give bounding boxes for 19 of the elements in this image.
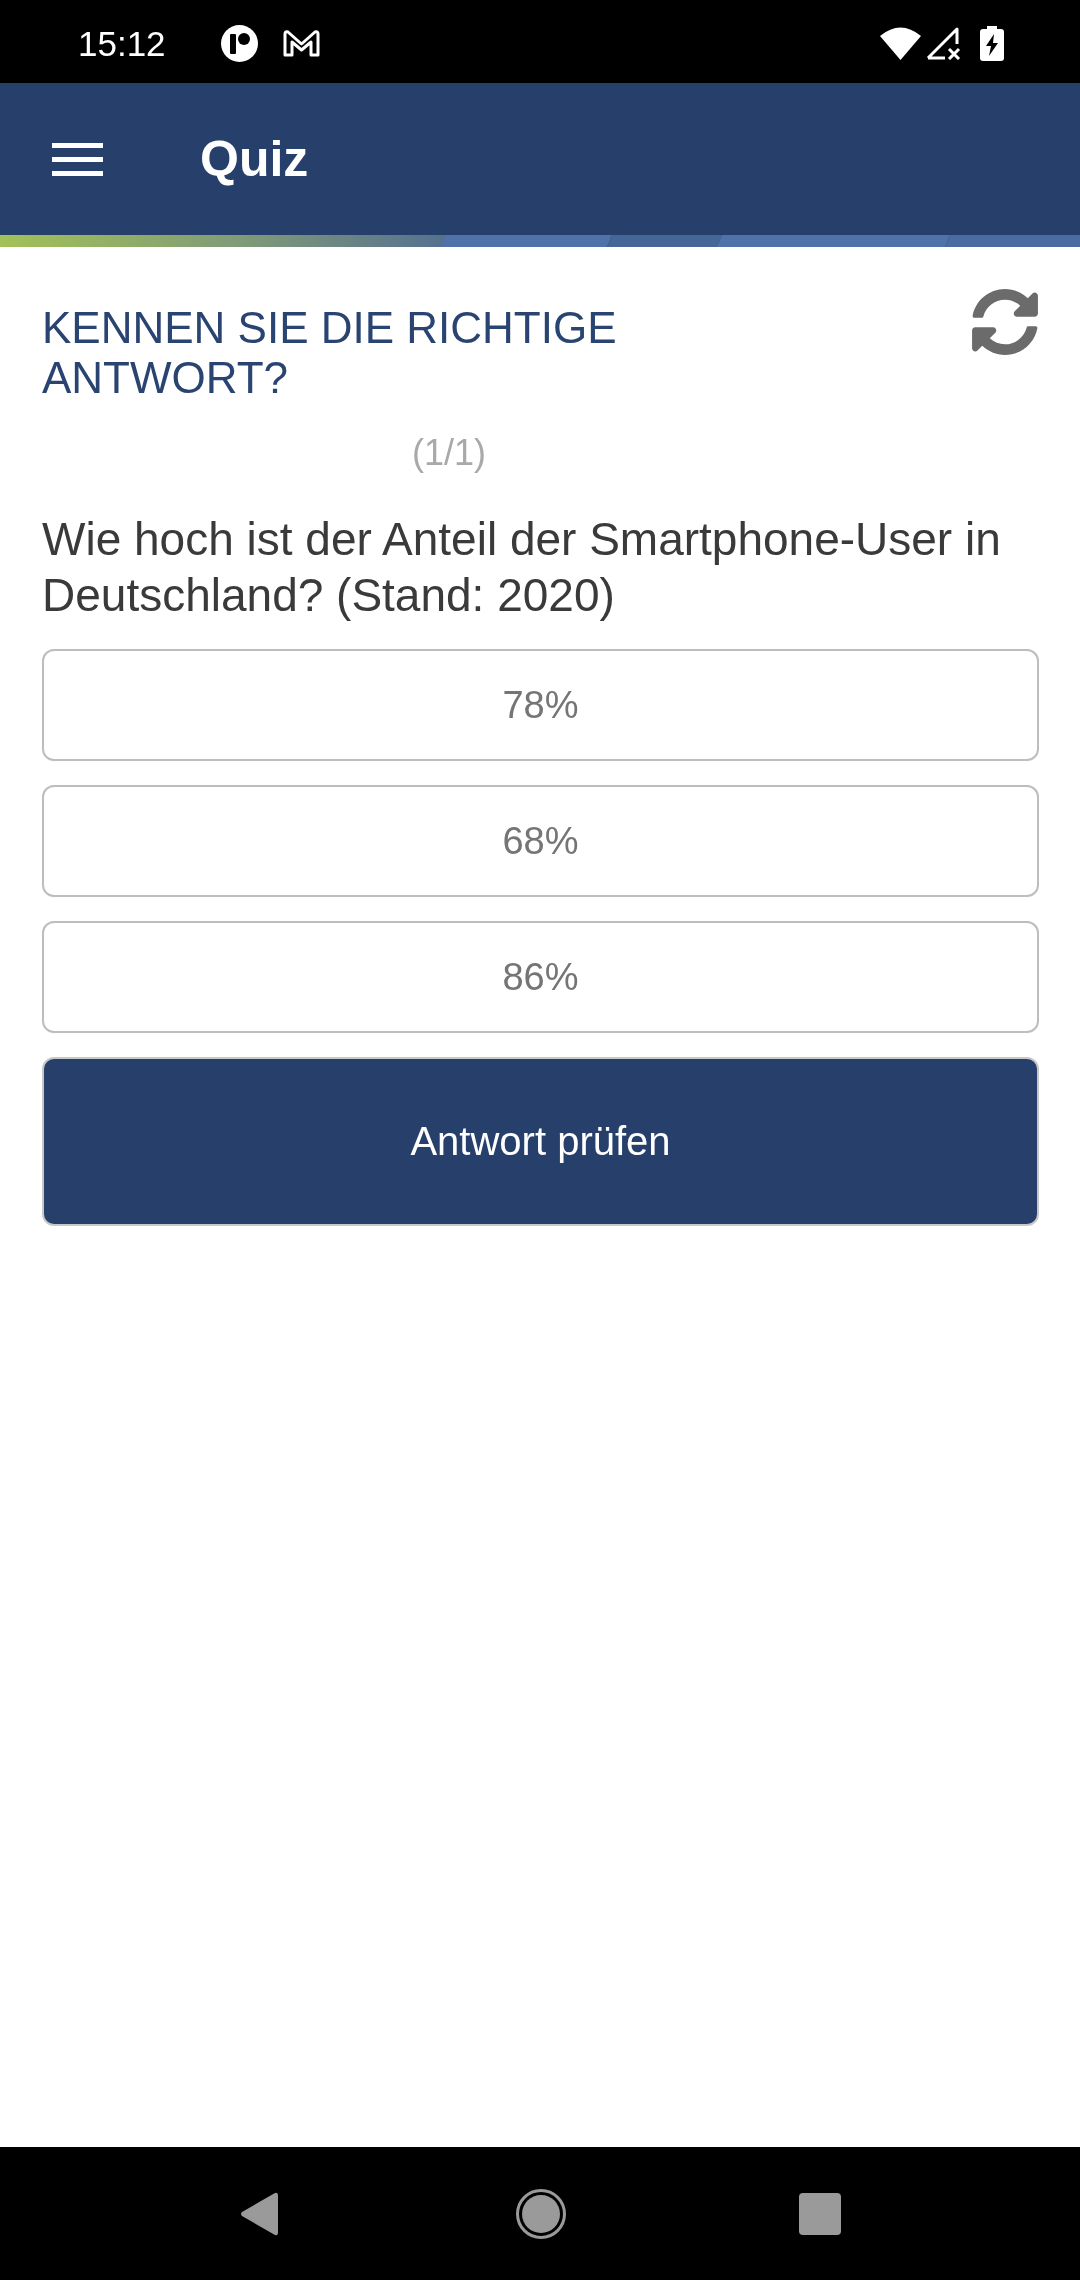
signal-icon: [926, 27, 962, 60]
wifi-icon: [880, 27, 921, 60]
home-icon[interactable]: [516, 2188, 566, 2239]
recent-apps-icon[interactable]: [799, 2192, 841, 2235]
mail-icon: [281, 29, 321, 58]
question-text: Wie hoch ist der Anteil der Smartphone-User in Deutschland? (Stand: 2020): [42, 512, 1002, 623]
check-answer-button[interactable]: Antwort prüfen: [42, 1057, 1039, 1226]
battery-charging-icon: [980, 26, 1004, 61]
app-bar-title: Quiz: [200, 131, 309, 187]
status-time: 15:12: [78, 23, 166, 64]
answer-option[interactable]: 86%: [42, 921, 1039, 1033]
refresh-icon[interactable]: [971, 288, 1039, 356]
quiz-heading: KENNEN SIE DIE RICHTIGE ANTWORT?: [42, 303, 618, 403]
answer-option[interactable]: 68%: [42, 785, 1039, 897]
answer-option[interactable]: 78%: [42, 649, 1039, 761]
back-icon[interactable]: [240, 2191, 278, 2236]
menu-icon[interactable]: [52, 142, 103, 176]
question-counter: (1/1): [412, 434, 486, 472]
app-notification-icon: [220, 25, 258, 62]
